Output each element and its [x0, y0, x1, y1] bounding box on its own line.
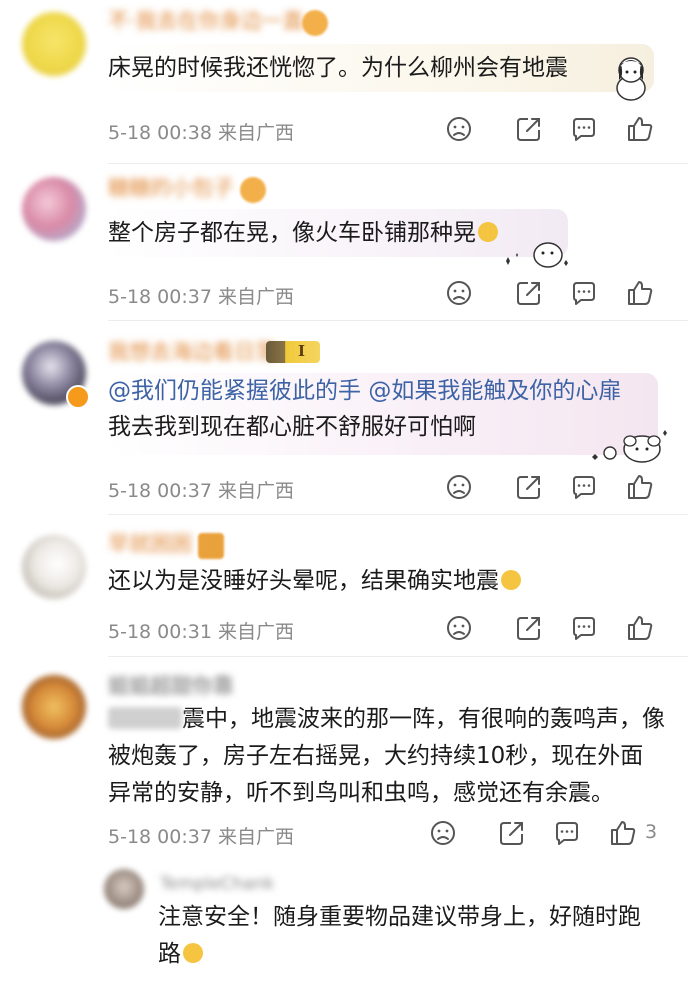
comment-icon[interactable]: [569, 472, 599, 502]
share-icon[interactable]: [514, 613, 544, 643]
thumbs-up-icon[interactable]: [625, 613, 655, 643]
mention-link[interactable]: @如果我能触及你的心扉: [368, 378, 621, 404]
share-icon[interactable]: [497, 818, 527, 848]
comment-5: 姐姐超甜你靠 震中，地震波来的那一阵，有很响的轰鸣声，像 被炮轰了，房子左右摇晃…: [0, 657, 688, 981]
comment-text: @我们仍能紧握彼此的手 @如果我能触及你的心扉: [108, 373, 621, 409]
comment-date: 5-18 00:31: [108, 621, 212, 643]
crying-emoji-icon: [183, 943, 203, 963]
comment-2: 糖糖的小包子 整个房子都在晃，像火车卧铺那种晃 5-18 00:37 来自广西: [0, 165, 688, 321]
level-badge: I: [266, 341, 320, 363]
reply-text-line2: 路: [158, 936, 203, 973]
sad-face-icon[interactable]: [444, 114, 474, 144]
avatar[interactable]: [22, 177, 86, 241]
share-icon[interactable]: [514, 114, 544, 144]
username[interactable]: 糖糖的小包子: [108, 175, 234, 201]
avatar[interactable]: [22, 675, 86, 739]
reply: TempleChank 注意安全！随身重要物品建议带身上，好随时跑 路: [0, 861, 688, 981]
reply-avatar[interactable]: [104, 869, 144, 909]
comment-date: 5-18 00:37: [108, 480, 212, 502]
crying-laughing-emoji-icon: [478, 222, 498, 242]
comment-icon[interactable]: [569, 114, 599, 144]
username[interactable]: 早就困困: [108, 531, 192, 557]
vip-badge-icon: [302, 10, 328, 36]
verified-badge-icon: [66, 385, 90, 409]
sad-face-icon[interactable]: [444, 613, 474, 643]
share-icon[interactable]: [514, 472, 544, 502]
comment-location: 来自广西: [217, 480, 294, 502]
sad-face-icon[interactable]: [444, 472, 474, 502]
avatar[interactable]: [22, 12, 86, 76]
comment-text: 还以为是没睡好头晕呢，结果确实地震: [108, 563, 521, 599]
comment-meta: 5-18 00:37 来自广西: [108, 822, 294, 849]
comment-text: 震中，地震波来的那一阵，有很响的轰鸣声，像: [108, 701, 665, 738]
reply-username[interactable]: TempleChank: [160, 871, 274, 897]
avatar[interactable]: [22, 535, 86, 599]
comment-1: 不·我去在你身边一直 床晃的时候我还恍惚了。为什么柳州会有地震 5-18 00:…: [0, 0, 688, 165]
comment-date: 5-18 00:38: [108, 122, 212, 144]
thumbs-up-icon[interactable]: [625, 472, 655, 502]
username[interactable]: 不·我去在你身边一直: [108, 8, 304, 34]
username[interactable]: 姐姐超甜你靠: [108, 673, 234, 699]
cat-sticker-icon: [500, 233, 576, 279]
reply-text: 注意安全！随身重要物品建议带身上，好随时跑: [158, 904, 641, 930]
mention-link[interactable]: @我们仍能紧握彼此的手: [108, 378, 361, 404]
thumbs-up-icon[interactable]: [625, 114, 655, 144]
comment-icon[interactable]: [569, 278, 599, 308]
like-count: 3: [645, 821, 658, 843]
comment-icon[interactable]: [552, 818, 582, 848]
thumbs-up-icon[interactable]: [608, 818, 638, 848]
crown-badge-icon: [198, 533, 224, 559]
comment-text-line2: 我去我到现在都心脏不舒服好可怕啊: [108, 414, 476, 440]
sad-face-icon[interactable]: [444, 278, 474, 308]
comment-location: 来自广西: [217, 621, 294, 643]
comment-icon[interactable]: [569, 613, 599, 643]
divider: [108, 163, 688, 164]
girl-sticker-icon: [608, 50, 654, 106]
comment-date: 5-18 00:37: [108, 286, 212, 308]
thumbs-up-icon[interactable]: [625, 278, 655, 308]
comment-text-line3: 异常的安静，听不到鸟叫和虫鸣，感觉还有余震。: [108, 780, 614, 806]
comment-text: 整个房子都在晃，像火车卧铺那种晃: [108, 215, 498, 251]
sheep-sticker-icon: [590, 425, 670, 475]
comment-location: 来自广西: [217, 122, 294, 144]
comment-location: 来自广西: [217, 826, 294, 848]
comment-text-line2: 被炮轰了，房子左右摇晃，大约持续10秒，现在外面: [108, 743, 644, 769]
vip-badge-icon: [240, 177, 266, 203]
comment-4: 早就困困 还以为是没睡好头晕呢，结果确实地震 5-18 00:31 来自广西: [0, 515, 688, 657]
crying-laughing-emoji-icon: [501, 570, 521, 590]
comment-3: 我想去海边看日落 I @我们仍能紧握彼此的手 @如果我能触及你的心扉 我去我到现…: [0, 321, 688, 515]
username[interactable]: 我想去海边看日落: [108, 339, 276, 365]
comment-meta: 5-18 00:31 来自广西: [108, 617, 294, 644]
comment-meta: 5-18 00:37 来自广西: [108, 476, 294, 503]
comment-meta: 5-18 00:37 来自广西: [108, 282, 294, 309]
blurred-text: [108, 707, 182, 729]
comment-meta: 5-18 00:38 来自广西: [108, 118, 294, 145]
comment-text: 床晃的时候我还恍惚了。为什么柳州会有地震: [108, 55, 568, 81]
comment-date: 5-18 00:37: [108, 826, 212, 848]
share-icon[interactable]: [514, 278, 544, 308]
comment-location: 来自广西: [217, 286, 294, 308]
sad-face-icon[interactable]: [428, 818, 458, 848]
